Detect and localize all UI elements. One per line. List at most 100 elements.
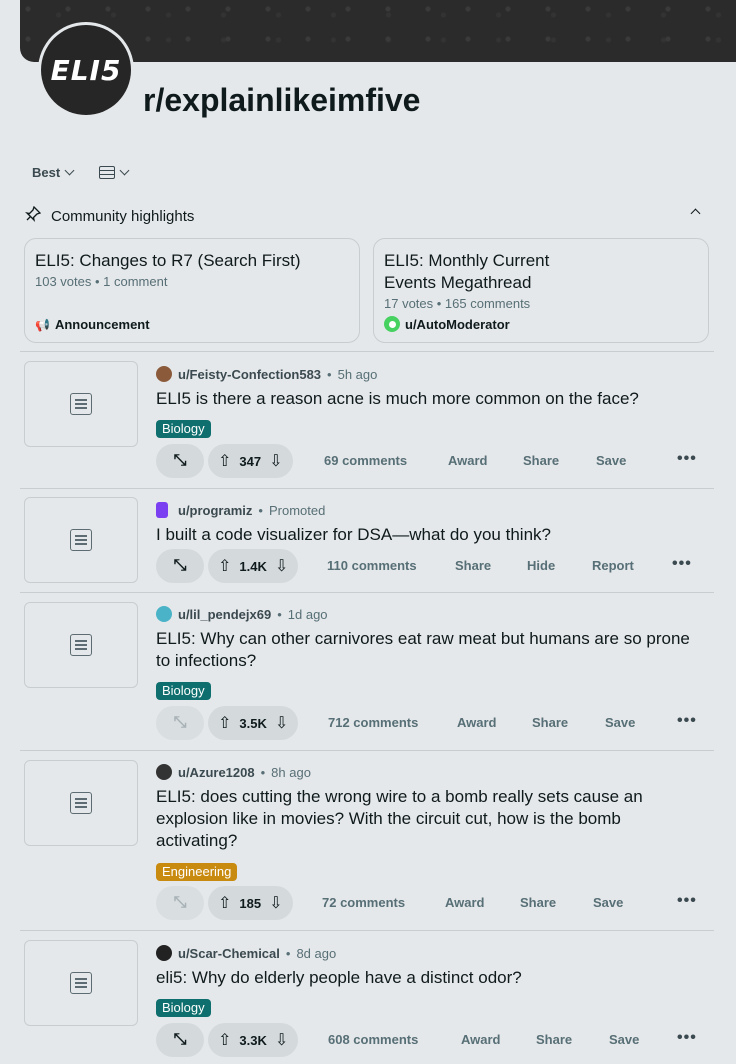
vote-control: ⇧ 1.4K ⇩ [208,549,299,583]
more-options-icon[interactable]: ••• [677,1023,697,1057]
post-flair[interactable]: Biology [156,682,211,700]
separator: • [260,764,266,780]
highlight-footer-label: Announcement [54,317,150,332]
expand-button[interactable]: ⤡ [156,444,204,478]
post-author[interactable]: u/Scar-Chemical [178,946,280,961]
post-flair[interactable]: Biology [156,420,211,438]
post-actions: ⤡ ⇧ 185 ⇩ 72 comments Award Share Save •… [156,886,706,920]
upvote-icon[interactable]: ⇧ [218,1030,231,1050]
highlight-card[interactable]: ELI5: Changes to R7 (Search First) 103 v… [24,238,360,343]
downvote-icon[interactable]: ⇩ [275,1030,288,1050]
sort-label: Best [32,164,61,180]
post-title[interactable]: ELI5 is there a reason acne is much more… [156,388,701,410]
post-thumbnail[interactable] [24,497,138,583]
report-button[interactable]: Report [592,549,634,583]
post-meta: u/Azure1208 • 8h ago [156,764,311,780]
downvote-icon[interactable]: ⇩ [269,451,282,471]
expand-button[interactable]: ⤡ [156,886,204,920]
upvote-icon[interactable]: ⇧ [218,451,231,471]
post-thumbnail[interactable] [24,361,138,447]
vote-control: ⇧ 347 ⇩ [208,444,293,478]
downvote-icon[interactable]: ⇩ [275,556,288,576]
post-thumbnail[interactable] [24,760,138,846]
post-title[interactable]: ELI5: Why can other carnivores eat raw m… [156,628,701,672]
save-button[interactable]: Save [605,706,635,740]
post-meta: u/lil_pendejx69 • 1d ago [156,606,328,622]
vote-count: 185 [239,895,262,911]
separator: • [258,502,263,518]
hide-button[interactable]: Hide [527,549,555,583]
community-avatar[interactable]: ELI5 [38,22,134,118]
post-title[interactable]: I built a code visualizer for DSA—what d… [156,524,701,546]
post-author[interactable]: u/Azure1208 [178,765,255,780]
share-button[interactable]: Share [532,706,568,740]
view-dropdown[interactable] [99,165,130,179]
mod-shield-icon [384,316,400,332]
post-thumbnail[interactable] [24,602,138,688]
expand-button[interactable]: ⤡ [156,706,204,740]
share-button[interactable]: Share [536,1023,572,1057]
share-button[interactable]: Share [455,549,491,583]
expand-icon: ⤡ [173,714,187,731]
highlight-meta: 17 votes • 165 comments [384,296,531,311]
post-flair[interactable]: Biology [156,999,211,1017]
user-avatar[interactable] [156,366,172,382]
user-avatar[interactable] [156,945,172,961]
award-button[interactable]: Award [448,444,488,478]
award-button[interactable]: Award [461,1023,501,1057]
comments-button[interactable]: 608 comments [328,1023,418,1057]
divider [20,930,714,931]
user-avatar[interactable] [156,764,172,780]
expand-icon: ⤡ [173,557,187,574]
comments-button[interactable]: 72 comments [322,886,405,920]
comments-button[interactable]: 712 comments [328,706,418,740]
post-author[interactable]: u/programiz [178,503,252,518]
post-meta: u/programiz • Promoted [156,502,325,518]
avatar-logo: ELI5 [41,25,131,115]
post-flair[interactable]: Engineering [156,863,238,881]
more-options-icon[interactable]: ••• [677,886,697,920]
post-title[interactable]: ELI5: does cutting the wrong wire to a b… [156,786,701,852]
more-options-icon[interactable]: ••• [677,444,697,478]
share-button[interactable]: Share [523,444,559,478]
community-highlights-header[interactable]: Community highlights [25,205,705,226]
comments-button[interactable]: 69 comments [324,444,407,478]
more-options-icon[interactable]: ••• [672,549,692,583]
highlight-title: ELI5: Monthly Current Events Megathread [384,251,550,292]
post-author[interactable]: u/lil_pendejx69 [178,607,271,622]
chevron-up-icon[interactable] [690,208,701,219]
upvote-icon[interactable]: ⇧ [218,713,231,733]
expand-button[interactable]: ⤡ [156,549,204,583]
highlight-card[interactable]: ELI5: Monthly Current Events Megathread … [373,238,709,343]
comments-button[interactable]: 110 comments [327,549,417,583]
upvote-icon[interactable]: ⇧ [218,893,231,913]
save-button[interactable]: Save [596,444,626,478]
post-title[interactable]: eli5: Why do elderly people have a disti… [156,967,701,989]
share-button[interactable]: Share [520,886,556,920]
expand-icon: ⤡ [173,894,187,911]
chevron-down-icon [64,165,75,175]
expand-button[interactable]: ⤡ [156,1023,204,1057]
award-button[interactable]: Award [457,706,497,740]
save-button[interactable]: Save [609,1023,639,1057]
save-button[interactable]: Save [593,886,623,920]
expand-icon: ⤡ [173,452,187,469]
post-author[interactable]: u/Feisty-Confection583 [178,367,321,382]
vote-count: 3.5K [239,715,267,731]
upvote-icon[interactable]: ⇧ [218,556,231,576]
sort-dropdown[interactable]: Best [32,164,75,180]
highlight-footer[interactable]: u/AutoModerator [384,316,510,332]
divider [20,750,714,751]
separator: • [277,606,282,622]
more-options-icon[interactable]: ••• [677,706,697,740]
user-avatar[interactable] [156,502,168,518]
text-post-icon [70,792,92,814]
vote-count: 347 [239,453,262,469]
user-avatar[interactable] [156,606,172,622]
downvote-icon[interactable]: ⇩ [275,713,288,733]
post-time: 1d ago [287,606,328,622]
post-thumbnail[interactable] [24,940,138,1026]
award-button[interactable]: Award [445,886,485,920]
downvote-icon[interactable]: ⇩ [269,893,282,913]
highlight-footer: 📢 Announcement [35,317,150,332]
